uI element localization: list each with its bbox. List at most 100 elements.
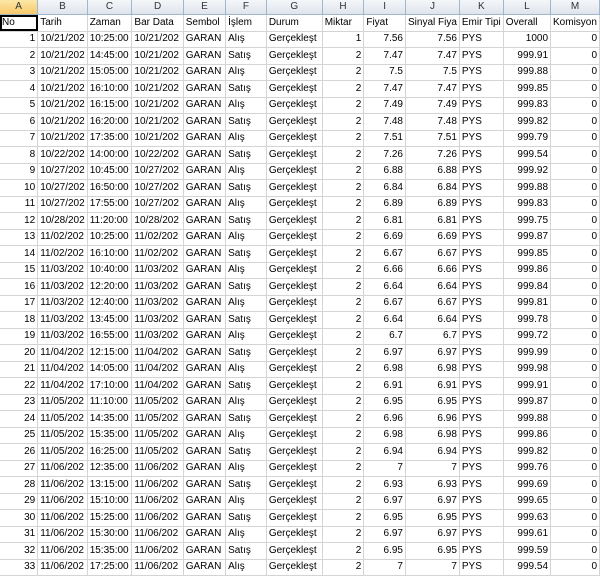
data-cell[interactable]: 999.91 (503, 47, 552, 65)
data-cell[interactable]: 11/02/202 (131, 229, 184, 246)
data-cell[interactable]: 6.81 (405, 212, 460, 230)
data-cell[interactable]: 15:35:00 (87, 542, 133, 560)
data-cell[interactable]: 0 (550, 229, 600, 246)
data-cell[interactable]: 6.97 (363, 344, 406, 362)
data-cell[interactable]: 7.47 (363, 47, 406, 65)
data-cell[interactable]: 7.49 (363, 97, 406, 114)
data-cell[interactable]: Gerçekleşt (266, 460, 323, 477)
header-cell[interactable]: Fiyat (363, 14, 406, 32)
data-cell[interactable]: 6.7 (405, 328, 460, 345)
data-cell[interactable]: Satış (225, 443, 267, 461)
data-cell[interactable]: 0 (550, 146, 600, 164)
data-cell[interactable]: Alış (225, 64, 267, 81)
data-cell[interactable]: 2 (322, 262, 365, 279)
data-cell[interactable]: 5 (0, 97, 39, 114)
data-cell[interactable]: Gerçekleşt (266, 31, 323, 48)
data-cell[interactable]: 6.98 (405, 427, 460, 444)
data-cell[interactable]: PYS (459, 311, 504, 329)
data-cell[interactable]: 10/21/202 (131, 130, 184, 147)
data-cell[interactable]: 2 (322, 80, 365, 98)
data-cell[interactable]: 27 (0, 460, 39, 477)
data-cell[interactable]: 999.88 (503, 64, 552, 81)
data-cell[interactable]: 13 (0, 229, 39, 246)
data-cell[interactable]: 10/27/202 (37, 163, 88, 180)
data-cell[interactable]: Gerçekleşt (266, 377, 323, 395)
data-cell[interactable]: 20 (0, 344, 39, 362)
data-cell[interactable]: 6.66 (405, 262, 460, 279)
data-cell[interactable]: 999.87 (503, 229, 552, 246)
data-cell[interactable]: 2 (0, 47, 39, 65)
data-cell[interactable]: 10/22/202 (131, 146, 184, 164)
data-cell[interactable]: PYS (459, 262, 504, 279)
data-cell[interactable]: 2 (322, 509, 365, 527)
data-cell[interactable]: 999.91 (503, 377, 552, 395)
data-cell[interactable]: 9 (0, 163, 39, 180)
data-cell[interactable]: Gerçekleşt (266, 163, 323, 180)
data-cell[interactable]: Alış (225, 427, 267, 444)
data-cell[interactable]: 6.95 (405, 542, 460, 560)
data-cell[interactable]: 7 (405, 460, 460, 477)
data-cell[interactable]: GARAN (183, 113, 227, 131)
data-cell[interactable]: PYS (459, 328, 504, 345)
data-cell[interactable]: 6.67 (405, 295, 460, 312)
column-header-b[interactable]: B (37, 0, 88, 15)
data-cell[interactable]: 6.96 (363, 410, 406, 428)
data-cell[interactable]: 11/05/202 (37, 410, 88, 428)
data-cell[interactable]: 999.85 (503, 245, 552, 263)
data-cell[interactable]: 2 (322, 47, 365, 65)
data-cell[interactable]: 10 (0, 179, 39, 197)
data-cell[interactable]: GARAN (183, 509, 227, 527)
data-cell[interactable]: 11/05/202 (37, 394, 88, 411)
data-cell[interactable]: 6.88 (363, 163, 406, 180)
data-cell[interactable]: 6.95 (405, 394, 460, 411)
data-cell[interactable]: Gerçekleşt (266, 526, 323, 543)
data-cell[interactable]: Alış (225, 130, 267, 147)
data-cell[interactable]: Alış (225, 31, 267, 48)
data-cell[interactable]: 2 (322, 559, 365, 576)
data-cell[interactable]: 10/21/202 (37, 130, 88, 147)
data-cell[interactable]: 6.89 (405, 196, 460, 213)
data-cell[interactable]: GARAN (183, 526, 227, 543)
data-cell[interactable]: 7.48 (363, 113, 406, 131)
header-cell[interactable]: Tarih (37, 14, 88, 32)
data-cell[interactable]: 3 (0, 64, 39, 81)
data-cell[interactable]: 2 (322, 443, 365, 461)
data-cell[interactable]: GARAN (183, 31, 227, 48)
data-cell[interactable]: 999.83 (503, 196, 552, 213)
data-cell[interactable]: Gerçekleşt (266, 47, 323, 65)
data-cell[interactable]: 12:40:00 (87, 295, 133, 312)
data-cell[interactable]: 10:40:00 (87, 262, 133, 279)
data-cell[interactable]: 999.86 (503, 262, 552, 279)
data-cell[interactable]: 22 (0, 377, 39, 395)
data-cell[interactable]: Gerçekleşt (266, 443, 323, 461)
data-cell[interactable]: GARAN (183, 394, 227, 411)
data-cell[interactable]: 2 (322, 377, 365, 395)
data-cell[interactable]: PYS (459, 526, 504, 543)
data-cell[interactable]: 29 (0, 493, 39, 510)
data-cell[interactable]: 999.65 (503, 493, 552, 510)
data-cell[interactable]: Satış (225, 212, 267, 230)
header-cell[interactable]: Komisyon (550, 14, 600, 32)
data-cell[interactable]: 11/04/202 (131, 361, 184, 378)
data-cell[interactable]: GARAN (183, 361, 227, 378)
data-cell[interactable]: 23 (0, 394, 39, 411)
data-cell[interactable]: PYS (459, 394, 504, 411)
data-cell[interactable]: 6.95 (363, 394, 406, 411)
data-cell[interactable]: 10/21/202 (37, 64, 88, 81)
data-cell[interactable]: 0 (550, 493, 600, 510)
data-cell[interactable]: GARAN (183, 130, 227, 147)
data-cell[interactable]: 7.51 (363, 130, 406, 147)
data-cell[interactable]: 10/28/202 (131, 212, 184, 230)
data-cell[interactable]: 11/06/202 (37, 509, 88, 527)
data-cell[interactable]: 26 (0, 443, 39, 461)
column-header-m[interactable]: M (550, 0, 600, 15)
data-cell[interactable]: Satış (225, 410, 267, 428)
data-cell[interactable]: 24 (0, 410, 39, 428)
data-cell[interactable]: PYS (459, 295, 504, 312)
data-cell[interactable]: 11/03/202 (131, 295, 184, 312)
data-cell[interactable]: 2 (322, 311, 365, 329)
data-cell[interactable]: 0 (550, 427, 600, 444)
data-cell[interactable]: GARAN (183, 64, 227, 81)
data-cell[interactable]: 17:10:00 (87, 377, 133, 395)
data-cell[interactable]: 2 (322, 295, 365, 312)
